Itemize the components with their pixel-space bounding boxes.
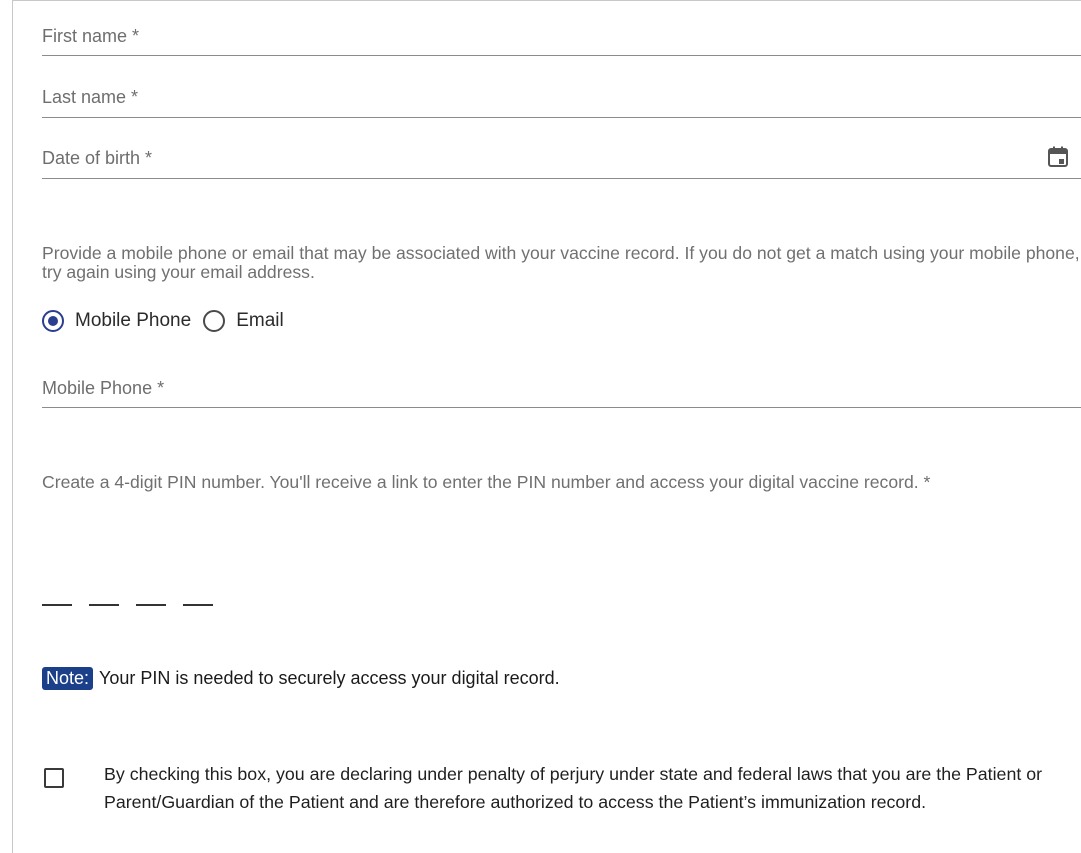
radio-option-email[interactable]: Email bbox=[203, 310, 284, 332]
radio-button-email[interactable] bbox=[203, 310, 226, 332]
pin-digit-2-input[interactable] bbox=[89, 604, 119, 606]
pin-digit-1-input[interactable] bbox=[42, 604, 72, 606]
calendar-icon[interactable] bbox=[1046, 145, 1070, 169]
consent-checkbox[interactable] bbox=[44, 768, 64, 788]
contact-help-text: Provide a mobile phone or email that may… bbox=[42, 243, 1080, 282]
date-of-birth-field[interactable]: Date of birth * bbox=[42, 120, 1081, 179]
radio-option-mobile-phone[interactable]: Mobile Phone bbox=[42, 310, 191, 332]
date-of-birth-label: Date of birth * bbox=[42, 148, 153, 168]
radio-button-mobile-phone[interactable] bbox=[42, 310, 64, 332]
last-name-label: Last name * bbox=[42, 87, 139, 107]
note-badge: Note: bbox=[42, 667, 94, 690]
mobile-phone-field[interactable]: Mobile Phone * bbox=[42, 352, 1081, 408]
last-name-field[interactable]: Last name * bbox=[42, 60, 1081, 118]
contact-method-radio-group: Mobile Phone Email bbox=[42, 308, 296, 334]
pin-digit-4-input[interactable] bbox=[183, 604, 213, 606]
consent-text: By checking this box, you are declaring … bbox=[104, 764, 1043, 812]
first-name-field[interactable]: First name * bbox=[42, 0, 1081, 56]
pin-note: Note: Your PIN is needed to securely acc… bbox=[42, 667, 560, 690]
pin-input-group bbox=[42, 604, 230, 606]
radio-label-email: Email bbox=[236, 310, 284, 331]
note-text: Your PIN is needed to securely access yo… bbox=[99, 668, 560, 688]
radio-label-mobile-phone: Mobile Phone bbox=[75, 310, 192, 331]
pin-help-text: Create a 4-digit PIN number. You'll rece… bbox=[42, 472, 931, 492]
pin-digit-3-input[interactable] bbox=[136, 604, 166, 606]
first-name-label: First name * bbox=[42, 26, 140, 46]
mobile-phone-label: Mobile Phone * bbox=[42, 378, 165, 398]
